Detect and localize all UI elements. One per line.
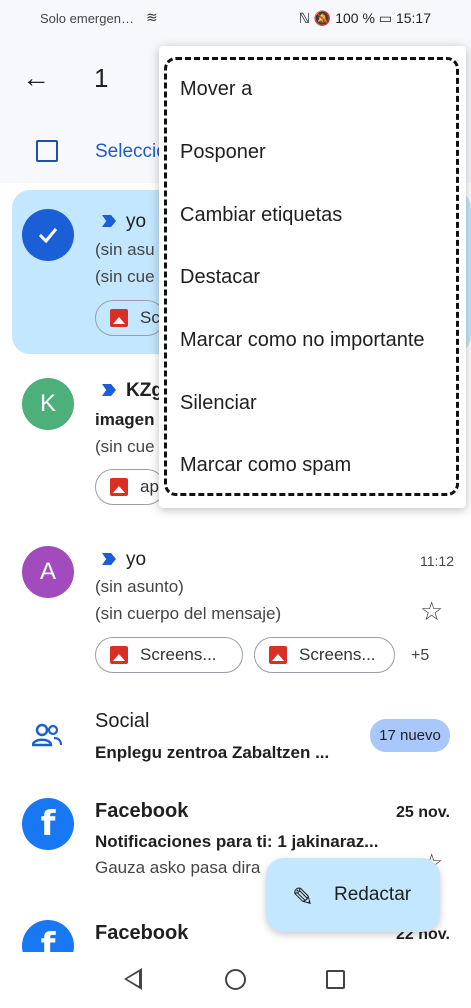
menu-item-report-spam[interactable]: Marcar como spam <box>180 454 351 477</box>
menu-item-snooze[interactable]: Posponer <box>180 141 266 164</box>
more-attachments-count: +5 <box>411 647 430 664</box>
important-marker-icon[interactable] <box>102 553 116 565</box>
email-body: (sin cue <box>95 437 155 456</box>
new-count-badge: 17 nuevo <box>370 719 450 752</box>
clock: 15:17 <box>395 10 431 26</box>
avatar[interactable]: A <box>22 546 74 598</box>
image-icon <box>110 646 128 664</box>
status-icons: ℕ 🔕 <box>298 10 332 26</box>
attachment-name: Sc <box>140 308 160 327</box>
selected-check-avatar[interactable] <box>22 209 74 261</box>
email-subject: Notificaciones para ti: 1 jakinaraz... <box>95 832 379 851</box>
avatar-letter: A <box>39 558 56 585</box>
nav-back-icon[interactable] <box>124 968 142 990</box>
battery-level: 100 % <box>335 10 375 26</box>
important-marker-icon[interactable] <box>102 384 116 396</box>
star-icon[interactable]: ☆ <box>420 596 443 627</box>
status-bar: Solo emergen… ≋ ℕ 🔕 100 % ▭ 15:17 <box>0 0 471 38</box>
selected-count: 1 <box>94 63 109 93</box>
email-sender: Facebook <box>95 922 189 944</box>
image-icon <box>110 309 128 327</box>
image-icon <box>110 478 128 496</box>
avatar[interactable]: K <box>22 378 74 430</box>
email-sender: yo <box>126 211 147 232</box>
attachment-name: ap <box>140 477 159 496</box>
check-icon <box>38 228 58 244</box>
menu-item-change-labels[interactable]: Cambiar etiquetas <box>180 204 342 227</box>
email-subject: (sin asunto) <box>95 577 184 596</box>
compose-button[interactable]: ✎ Redactar <box>266 858 440 932</box>
attachment-chip[interactable]: ap <box>95 469 165 505</box>
attachment-chip[interactable]: Screens... <box>254 637 395 673</box>
carrier-text: Solo emergen… <box>40 11 134 26</box>
attachment-chip[interactable]: Sc <box>95 300 165 336</box>
battery-icon: ▭ <box>378 10 393 26</box>
email-body: (sin cuerpo del mensaje) <box>95 604 282 623</box>
compose-label: Redactar <box>334 884 412 905</box>
pencil-icon: ✎ <box>292 882 314 912</box>
attachment-name: Screens... <box>140 645 217 664</box>
select-all-label[interactable]: Seleccio <box>95 141 167 163</box>
email-time: 11:12 <box>420 553 454 569</box>
email-subject: (sin asu <box>95 240 155 259</box>
system-navigation-bar <box>0 952 471 1008</box>
category-preview: Enplegu zentroa Zabaltzen ... <box>95 743 330 762</box>
back-arrow-icon[interactable]: ← <box>22 64 50 92</box>
email-body: (sin cue <box>95 267 155 286</box>
social-people-icon <box>31 723 63 752</box>
menu-item-star[interactable]: Destacar <box>180 266 260 289</box>
overflow-menu: Mover a Posponer Cambiar etiquetas Desta… <box>159 46 466 508</box>
nav-recents-icon[interactable] <box>326 970 345 989</box>
wifi-icon: ≋ <box>146 9 158 25</box>
avatar-letter: f <box>40 804 56 844</box>
status-right: ℕ 🔕 100 % ▭ 15:17 <box>299 10 431 27</box>
select-all-checkbox[interactable] <box>36 140 58 162</box>
email-date: 25 nov. <box>396 804 450 821</box>
email-subject: imagen <box>95 410 155 429</box>
menu-item-move-to[interactable]: Mover a <box>180 78 252 101</box>
attachment-chip[interactable]: Screens... <box>95 637 243 673</box>
email-sender: Facebook <box>95 800 189 822</box>
category-title: Social <box>95 710 150 732</box>
facebook-logo-icon[interactable]: f <box>22 798 74 850</box>
nav-home-icon[interactable] <box>225 969 246 990</box>
email-preview: Gauza asko pasa dira <box>95 858 261 877</box>
email-sender: KZg <box>126 380 163 401</box>
menu-item-mute[interactable]: Silenciar <box>180 392 257 415</box>
attachment-name: Screens... <box>299 645 376 664</box>
email-sender: yo <box>126 549 147 570</box>
menu-item-mark-not-important[interactable]: Marcar como no importante <box>180 329 425 352</box>
image-icon <box>269 646 287 664</box>
avatar-letter: K <box>39 390 56 417</box>
